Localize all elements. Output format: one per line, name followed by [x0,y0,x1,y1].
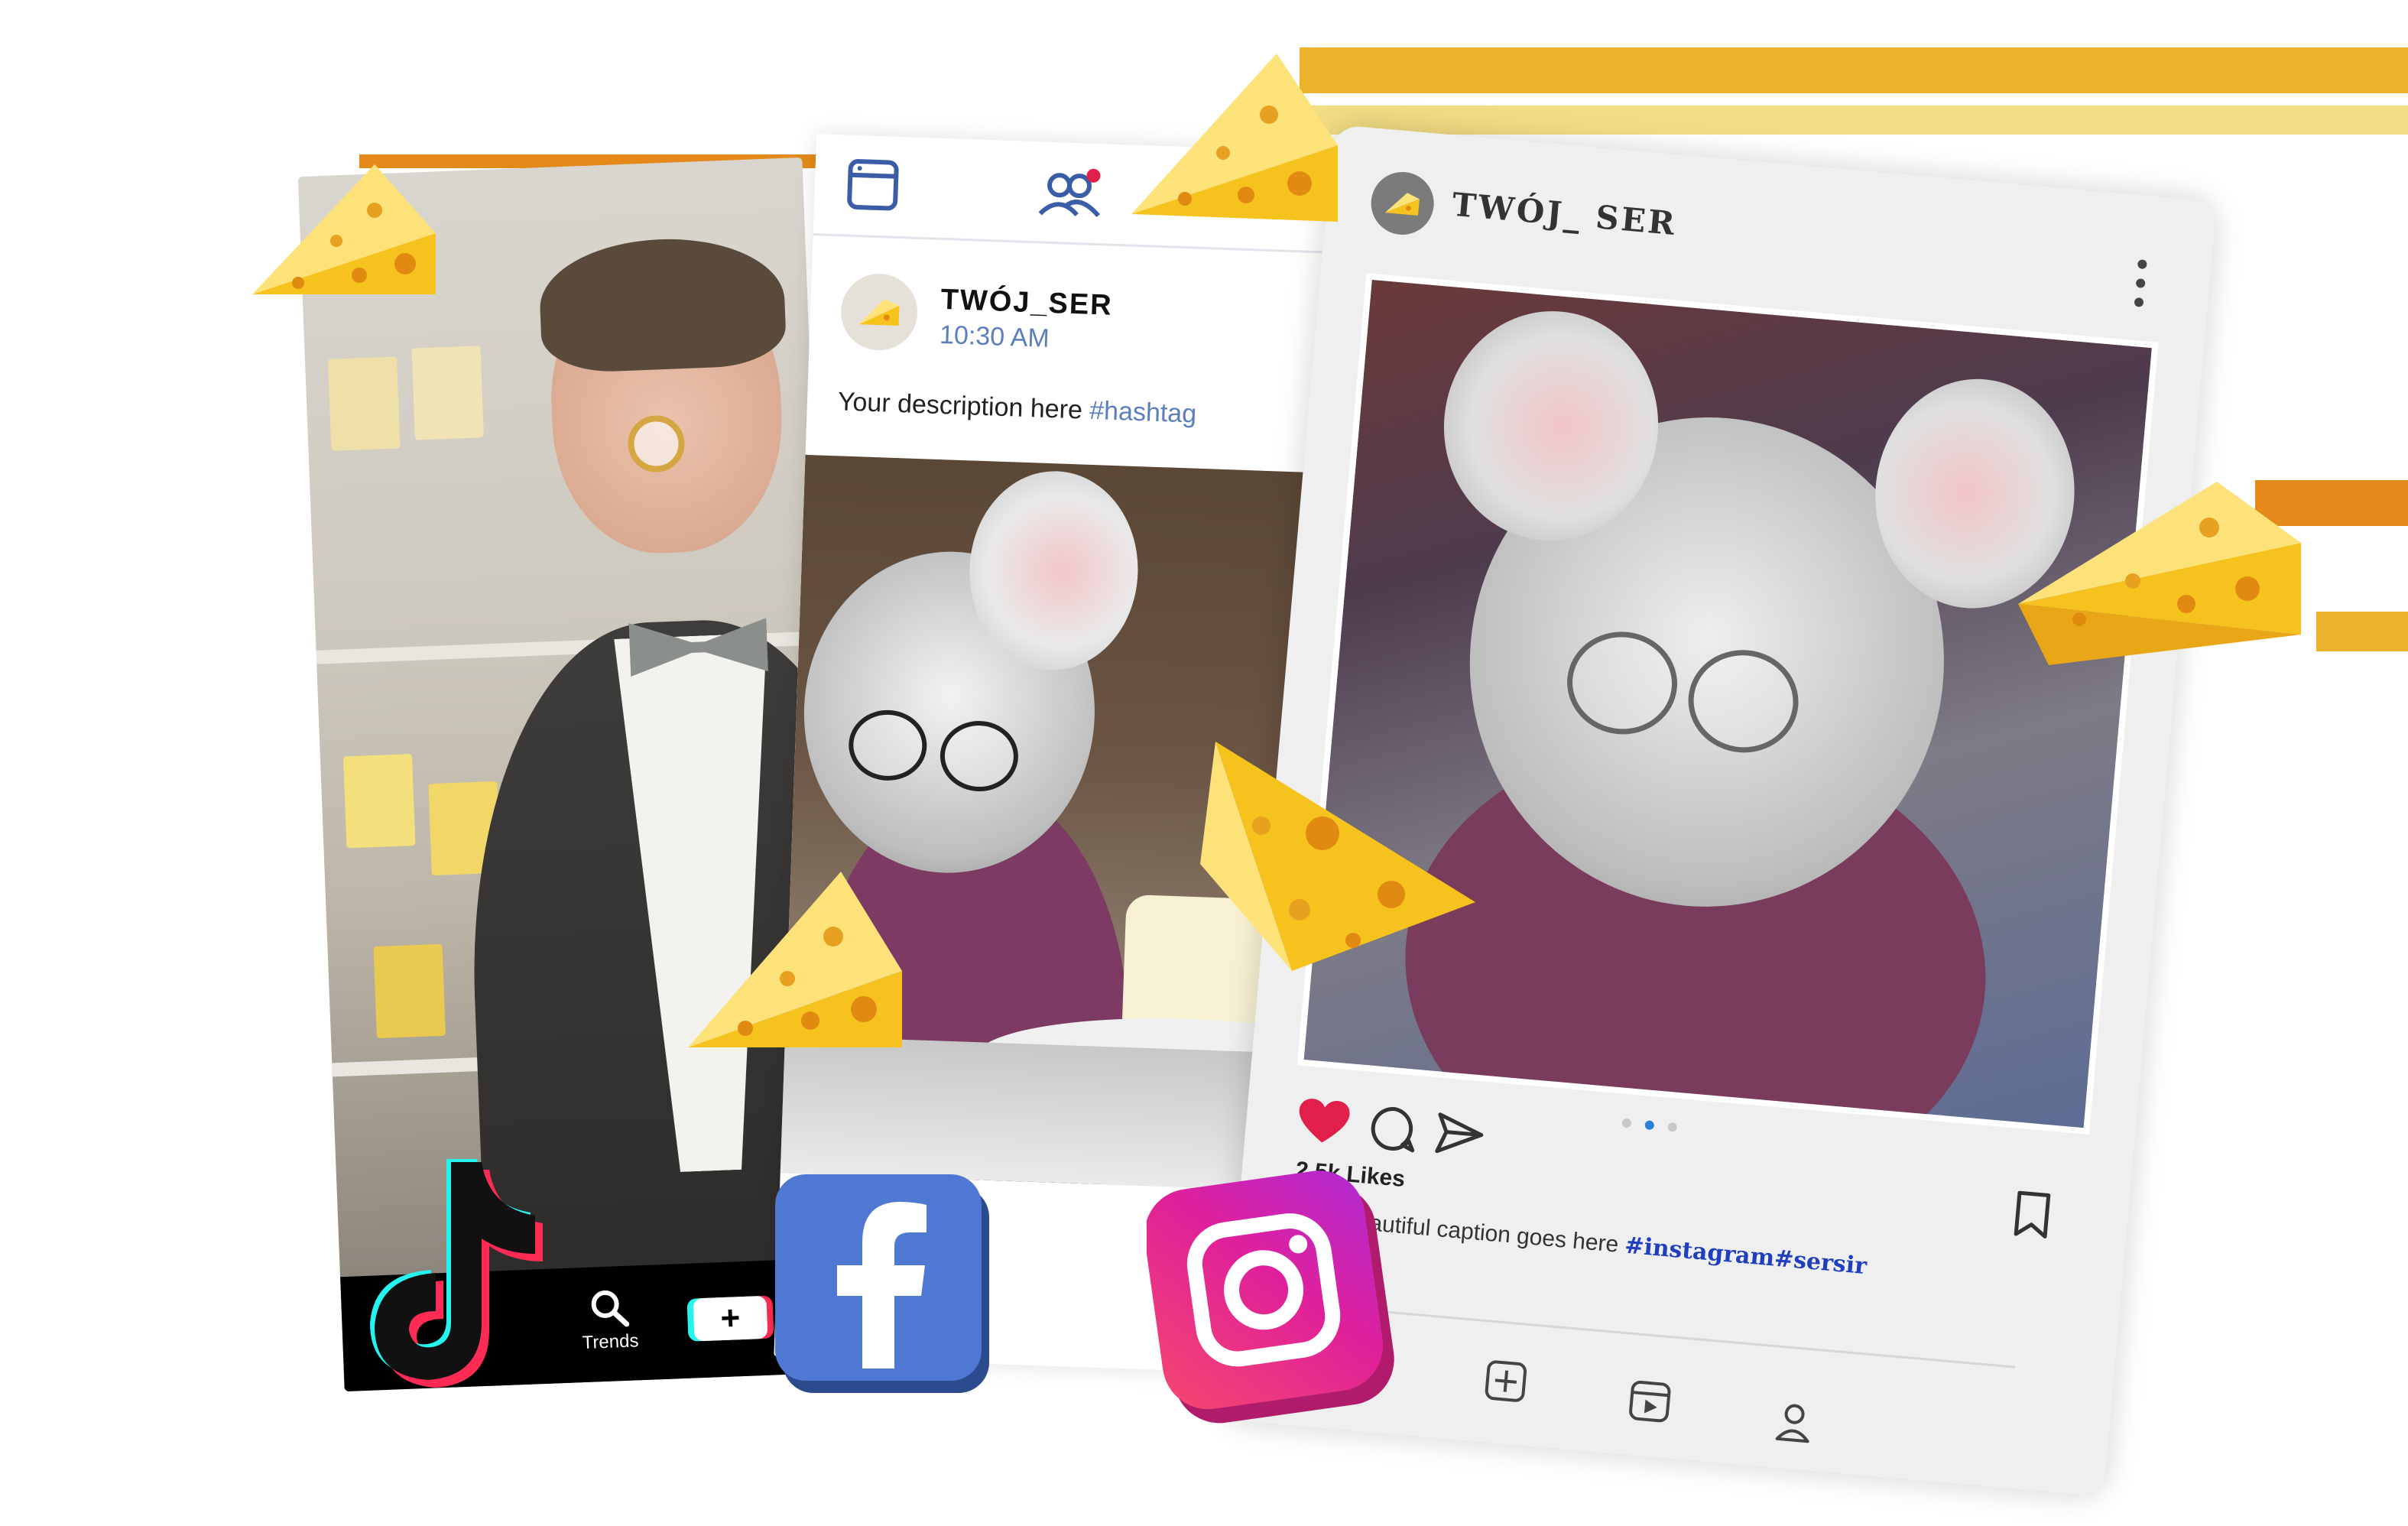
instagram-nav-divider [1314,1304,2016,1369]
bookmark-icon[interactable] [2011,1190,2053,1242]
browser-window-icon[interactable] [845,157,901,213]
facebook-post-time: 10:30 AM [939,320,1050,353]
facebook-description: Your description here #hashtag [837,387,1196,429]
background-band-top [1300,47,2408,93]
comment-icon[interactable] [1366,1102,1419,1155]
tiktok-nav-search-label: Trends [582,1330,639,1354]
cheese-icon [858,299,900,326]
cheese-icon [688,872,902,1047]
cheese-icon [1200,742,1475,971]
facebook-avatar[interactable] [839,272,919,352]
facebook-logo-icon [775,1174,989,1393]
shelf-box [411,346,484,440]
like-heart-icon[interactable] [1295,1096,1352,1148]
carousel-dot[interactable] [1621,1118,1632,1128]
new-post-icon[interactable] [1483,1358,1530,1404]
shelf-box [342,754,416,849]
facebook-description-text: Your description here [837,387,1090,425]
more-options-icon[interactable] [2131,256,2150,310]
facebook-hashtag[interactable]: #hashtag [1089,396,1197,429]
person-hair [537,234,787,375]
instagram-logo-icon [1147,1170,1394,1424]
carousel-dot[interactable] [1667,1122,1678,1132]
background-band-top-light [1300,106,2408,135]
cheese-icon [1384,193,1420,216]
cheese-icon [252,164,436,294]
tiktok-nav-search[interactable]: Trends [563,1283,657,1355]
cheese-icon [1131,54,1338,222]
instagram-username[interactable]: TWÓJ_ SER [1451,186,1679,243]
carousel-dot-active[interactable] [1644,1120,1655,1131]
cheese-icon [2018,482,2301,665]
instagram-post-photo[interactable] [1296,273,2159,1135]
share-send-icon[interactable] [1433,1108,1486,1161]
tiktok-logo-icon [370,1159,543,1388]
shelf-box [327,356,401,451]
reels-icon[interactable] [1627,1378,1673,1425]
profile-icon[interactable] [1770,1398,1817,1445]
tiktok-create-button[interactable]: + [693,1295,768,1342]
instagram-avatar[interactable] [1368,169,1437,238]
shelf-box [373,943,446,1039]
search-icon [591,1290,630,1327]
friends-icon[interactable] [1035,164,1105,222]
background-band-right-2 [2316,612,2408,651]
facebook-username[interactable]: TWÓJ_SER [940,284,1113,323]
instagram-hashtags[interactable]: #instagram#sersir [1624,1232,1868,1281]
